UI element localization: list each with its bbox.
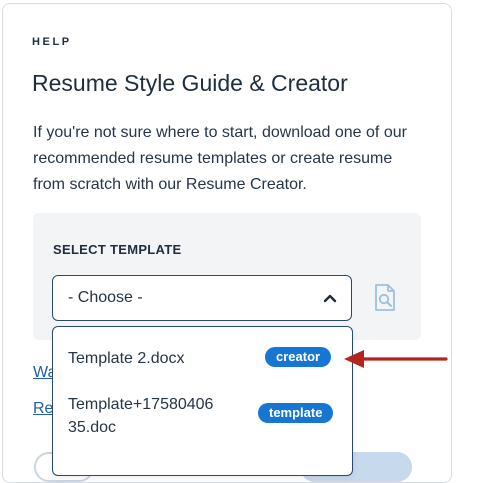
document-search-icon[interactable] xyxy=(373,284,397,312)
section-description: If you're not sure where to start, downl… xyxy=(33,124,407,193)
resource-link-2[interactable]: Re xyxy=(33,400,53,418)
red-arrow-icon xyxy=(344,350,448,368)
option-badge: template xyxy=(258,403,334,423)
section-eyebrow: HELP xyxy=(32,36,72,48)
dropdown-option[interactable]: Template+1758040635.doc template xyxy=(53,391,352,447)
option-label: Template+1758040635.doc xyxy=(68,396,214,436)
option-badge: creator xyxy=(265,347,332,367)
template-dropdown-list: Template 2.docx creator Template+1758040… xyxy=(52,326,353,476)
template-select[interactable]: - Choose - xyxy=(52,275,352,321)
chevron-up-icon xyxy=(323,294,337,303)
dropdown-option[interactable]: Template 2.docx creator xyxy=(53,341,352,377)
option-label: Template 2.docx xyxy=(68,350,185,367)
select-current-value: - Choose - xyxy=(68,289,143,306)
select-template-label: SELECT TEMPLATE xyxy=(53,242,182,257)
page-title: Resume Style Guide & Creator xyxy=(32,70,348,96)
